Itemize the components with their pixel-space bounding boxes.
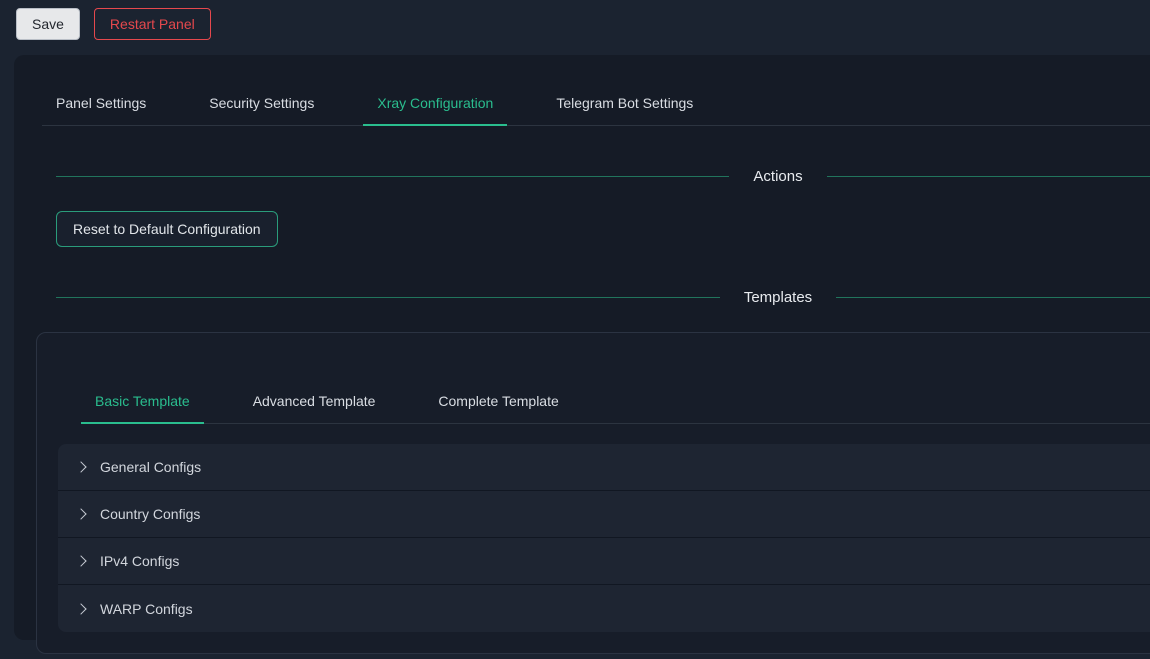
template-tab-bar: Basic Template Advanced Template Complet… bbox=[81, 379, 1150, 424]
chevron-right-icon bbox=[75, 555, 86, 566]
tab-advanced-template[interactable]: Advanced Template bbox=[239, 379, 390, 424]
templates-divider: Templates bbox=[56, 289, 1150, 306]
reset-to-default-button[interactable]: Reset to Default Configuration bbox=[56, 211, 278, 247]
accordion-item-country-configs[interactable]: Country Configs bbox=[58, 491, 1150, 538]
accordion-item-label: IPv4 Configs bbox=[100, 553, 179, 569]
tab-basic-template[interactable]: Basic Template bbox=[81, 379, 204, 424]
accordion-item-ipv4-configs[interactable]: IPv4 Configs bbox=[58, 538, 1150, 585]
tab-telegram-bot-settings[interactable]: Telegram Bot Settings bbox=[542, 81, 707, 126]
config-accordion: General Configs Country Configs IPv4 Con… bbox=[58, 444, 1150, 632]
divider-line bbox=[836, 297, 1150, 298]
tab-panel-settings[interactable]: Panel Settings bbox=[42, 81, 160, 126]
divider-line bbox=[56, 297, 720, 298]
restart-panel-button[interactable]: Restart Panel bbox=[94, 8, 211, 40]
actions-divider: Actions bbox=[56, 168, 1150, 185]
accordion-item-general-configs[interactable]: General Configs bbox=[58, 444, 1150, 491]
templates-divider-label: Templates bbox=[720, 289, 836, 306]
divider-line bbox=[56, 176, 729, 177]
chevron-right-icon bbox=[75, 508, 86, 519]
accordion-item-label: General Configs bbox=[100, 459, 201, 475]
divider-line bbox=[827, 176, 1150, 177]
accordion-item-label: WARP Configs bbox=[100, 601, 193, 617]
topbar: Save Restart Panel bbox=[0, 0, 1150, 48]
settings-card: Panel Settings Security Settings Xray Co… bbox=[14, 55, 1150, 640]
tab-security-settings[interactable]: Security Settings bbox=[195, 81, 328, 126]
tab-xray-configuration[interactable]: Xray Configuration bbox=[363, 81, 507, 126]
accordion-item-label: Country Configs bbox=[100, 506, 200, 522]
chevron-right-icon bbox=[75, 603, 86, 614]
actions-divider-label: Actions bbox=[729, 168, 826, 185]
save-button[interactable]: Save bbox=[16, 8, 80, 40]
accordion-item-warp-configs[interactable]: WARP Configs bbox=[58, 585, 1150, 632]
templates-card: Basic Template Advanced Template Complet… bbox=[36, 332, 1150, 654]
tab-complete-template[interactable]: Complete Template bbox=[424, 379, 572, 424]
settings-tab-bar: Panel Settings Security Settings Xray Co… bbox=[42, 81, 1150, 126]
chevron-right-icon bbox=[75, 461, 86, 472]
